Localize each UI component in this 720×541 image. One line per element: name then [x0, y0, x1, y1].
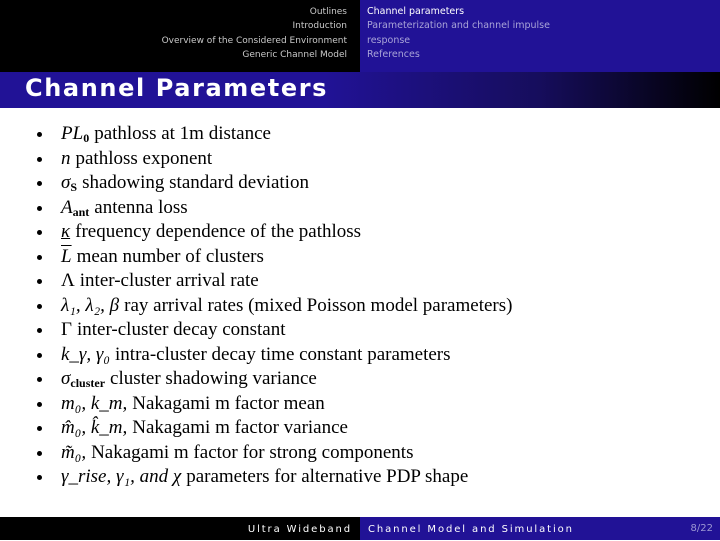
description: Nakagami m factor mean [132, 392, 325, 414]
nav-references[interactable]: References [367, 48, 720, 62]
parameter-list: PL0 pathloss at 1m distance n pathloss exp… [36, 122, 706, 490]
bullet-icon [37, 132, 42, 137]
bullet-icon [37, 475, 42, 480]
list-item: k_γ, γ₀ intra-cluster decay time constant… [36, 343, 706, 368]
symbol: Λ [61, 270, 75, 291]
list-item: Γinter-cluster decay constant [36, 318, 706, 343]
description: pathloss exponent [75, 147, 213, 169]
symbol: m̂₀, k̂_m, [61, 417, 128, 438]
description: mean number of clusters [76, 245, 264, 267]
description: frequency dependence of the pathloss [75, 221, 362, 242]
symbol: L [61, 245, 72, 267]
symbol: λ₁, λ₂, β [61, 294, 120, 316]
description: intra-cluster decay time constant parame… [115, 343, 451, 365]
bullet-icon [37, 303, 42, 309]
symbol: PL0 [61, 123, 90, 145]
list-item: σcluster cluster shadowing variance [36, 367, 706, 392]
nav-introduction[interactable]: Introduction [0, 19, 347, 33]
symbol: Γ [61, 319, 72, 340]
section-nav-right: Channel parameters Parameterization and … [360, 0, 720, 72]
description: Nakagami m factor variance [132, 417, 348, 438]
nav-generic-channel-model[interactable]: Generic Channel Model [0, 48, 347, 62]
description: parameters for alternative PDP shape [186, 466, 469, 487]
nav-parameterization-cont[interactable]: response [367, 34, 720, 48]
symbol: Aant [61, 196, 90, 219]
footer-left: Ultra Wideband [0, 517, 360, 540]
symbol: σcluster [61, 368, 106, 390]
list-item: n pathloss exponent [36, 147, 706, 172]
list-item: Aant antenna loss [36, 196, 706, 221]
bullet-icon [37, 156, 42, 162]
slide-title: Channel Parameters [25, 74, 329, 102]
nav-channel-parameters[interactable]: Channel parameters [367, 5, 720, 19]
description: cluster shadowing variance [110, 368, 317, 389]
bullet-icon [37, 328, 42, 333]
bullet-icon [37, 279, 42, 284]
bullet-icon [37, 401, 42, 407]
slide-content: PL0 pathloss at 1m distance n pathloss exp… [36, 122, 706, 490]
title-bar: Channel Parameters [0, 72, 720, 108]
list-item: λ₁, λ₂, β ray arrival rates (mixed Poisso… [36, 294, 706, 319]
list-item: σS shadowing standard deviation [36, 171, 706, 196]
symbol: σS [61, 172, 78, 194]
bullet-icon [37, 181, 42, 186]
section-nav-left: Outlines Introduction Overview of the Co… [0, 0, 360, 72]
symbol: m̃₀, [61, 441, 87, 463]
list-item: Lmean number of clusters [36, 245, 706, 270]
bullet-icon [37, 377, 42, 382]
footer-right: Channel Model and Simulation 8/22 [360, 517, 720, 540]
symbol: n [61, 147, 71, 169]
list-item: Λinter-cluster arrival rate [36, 269, 706, 294]
symbol: κ [61, 221, 71, 242]
list-item: m₀, k_m, Nakagami m factor mean [36, 392, 706, 417]
list-item: PL0 pathloss at 1m distance [36, 122, 706, 147]
nav-parameterization[interactable]: Parameterization and channel impulse [367, 19, 720, 33]
bullet-icon [37, 450, 42, 456]
description: shadowing standard deviation [82, 172, 309, 193]
bullet-icon [37, 230, 42, 235]
list-item: m̃₀, Nakagami m factor for strong compone… [36, 441, 706, 466]
symbol: γ_rise, γ₁, and χ [61, 466, 182, 487]
bullet-icon [37, 205, 42, 211]
footer-presentation-title: Channel Model and Simulation [368, 524, 574, 535]
list-item: γ_rise, γ₁, and χ parameters for alternat… [36, 465, 706, 490]
symbol: k_γ, γ₀ [61, 343, 111, 365]
description: inter-cluster arrival rate [79, 270, 259, 291]
header-navigation: Outlines Introduction Overview of the Co… [0, 0, 720, 72]
footer: Ultra Wideband Channel Model and Simulat… [0, 517, 720, 540]
description: inter-cluster decay constant [76, 319, 286, 340]
description: ray arrival rates (mixed Poisson model p… [124, 294, 513, 316]
description: Nakagami m factor for strong components [91, 441, 414, 463]
bullet-icon [37, 352, 42, 358]
nav-overview[interactable]: Overview of the Considered Environment [0, 34, 347, 48]
footer-author-title: Ultra Wideband [247, 524, 352, 535]
bullet-icon [37, 426, 42, 431]
symbol: m₀, k_m, [61, 392, 128, 414]
nav-outlines[interactable]: Outlines [0, 5, 347, 19]
description: antenna loss [94, 196, 188, 218]
description: pathloss at 1m distance [94, 123, 271, 144]
bullet-icon [37, 254, 42, 260]
page-number: 8/22 [690, 523, 713, 534]
list-item: κ frequency dependence of the pathloss [36, 220, 706, 245]
list-item: m̂₀, k̂_m, Nakagami m factor variance [36, 416, 706, 441]
